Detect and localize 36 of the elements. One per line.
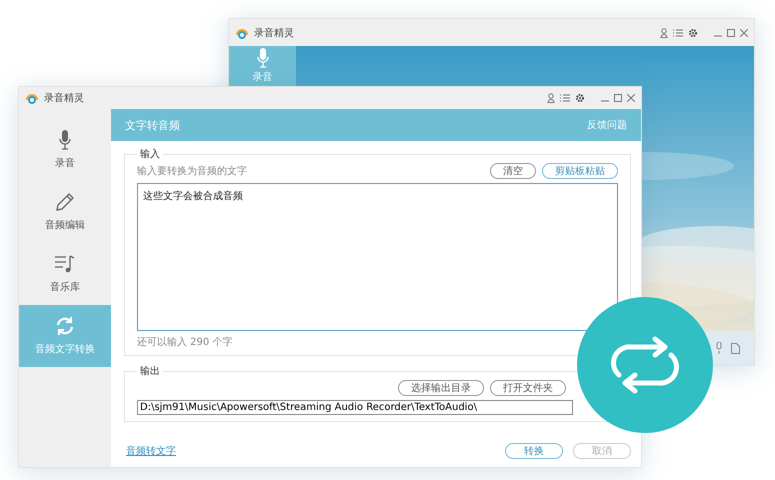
file-icon[interactable]: [731, 342, 740, 354]
music-list-icon: [54, 254, 76, 274]
audio-to-text-link[interactable]: 音频转文字: [126, 444, 176, 458]
maximize-icon[interactable]: [614, 94, 622, 102]
maximize-icon[interactable]: [727, 28, 735, 36]
list-icon[interactable]: [673, 28, 683, 36]
path-field[interactable]: D:\sjm91\Music\Apowersoft\Streaming Audio Recorder\TextToAudio\: [137, 400, 573, 415]
page-title: 文字转音频: [125, 118, 180, 132]
close-icon[interactable]: [627, 94, 635, 102]
counter-text: 还可以输入 290 个字: [137, 336, 234, 349]
group-title: 输出: [139, 364, 161, 378]
close-icon[interactable]: [740, 28, 748, 36]
convert-button[interactable]: 转换: [505, 443, 563, 459]
user-icon[interactable]: [547, 93, 555, 103]
text-input[interactable]: 这些文字会被合成音频: [137, 183, 618, 331]
paste-button[interactable]: 剪贴板粘贴: [542, 163, 618, 179]
folder-button[interactable]: 选择输出目录: [398, 380, 484, 396]
user-icon[interactable]: [660, 28, 668, 38]
settings-icon[interactable]: [688, 28, 698, 38]
app-title: 录音精灵: [44, 92, 84, 105]
microphone-icon: [256, 48, 268, 68]
group-title: 输入: [139, 148, 161, 161]
sidebar-item[interactable]: 音频编辑: [19, 181, 111, 243]
app-title: 录音精灵: [254, 26, 294, 40]
logo-icon: [25, 91, 39, 105]
refresh-icon: [54, 316, 76, 336]
microphone-icon[interactable]: [715, 342, 723, 354]
hint-text: 输入要转换为音频的文字: [137, 164, 247, 178]
sidebar-item[interactable]: 音乐库: [19, 243, 111, 305]
clear-button[interactable]: 清空: [490, 163, 536, 179]
list-icon[interactable]: [560, 94, 570, 102]
settings-icon[interactable]: [575, 93, 585, 103]
pencil-icon: [55, 192, 75, 212]
sidebar-item[interactable]: 录音: [19, 119, 111, 181]
microphone-icon: [59, 130, 71, 150]
folder-button[interactable]: 打开文件夹: [490, 380, 566, 396]
